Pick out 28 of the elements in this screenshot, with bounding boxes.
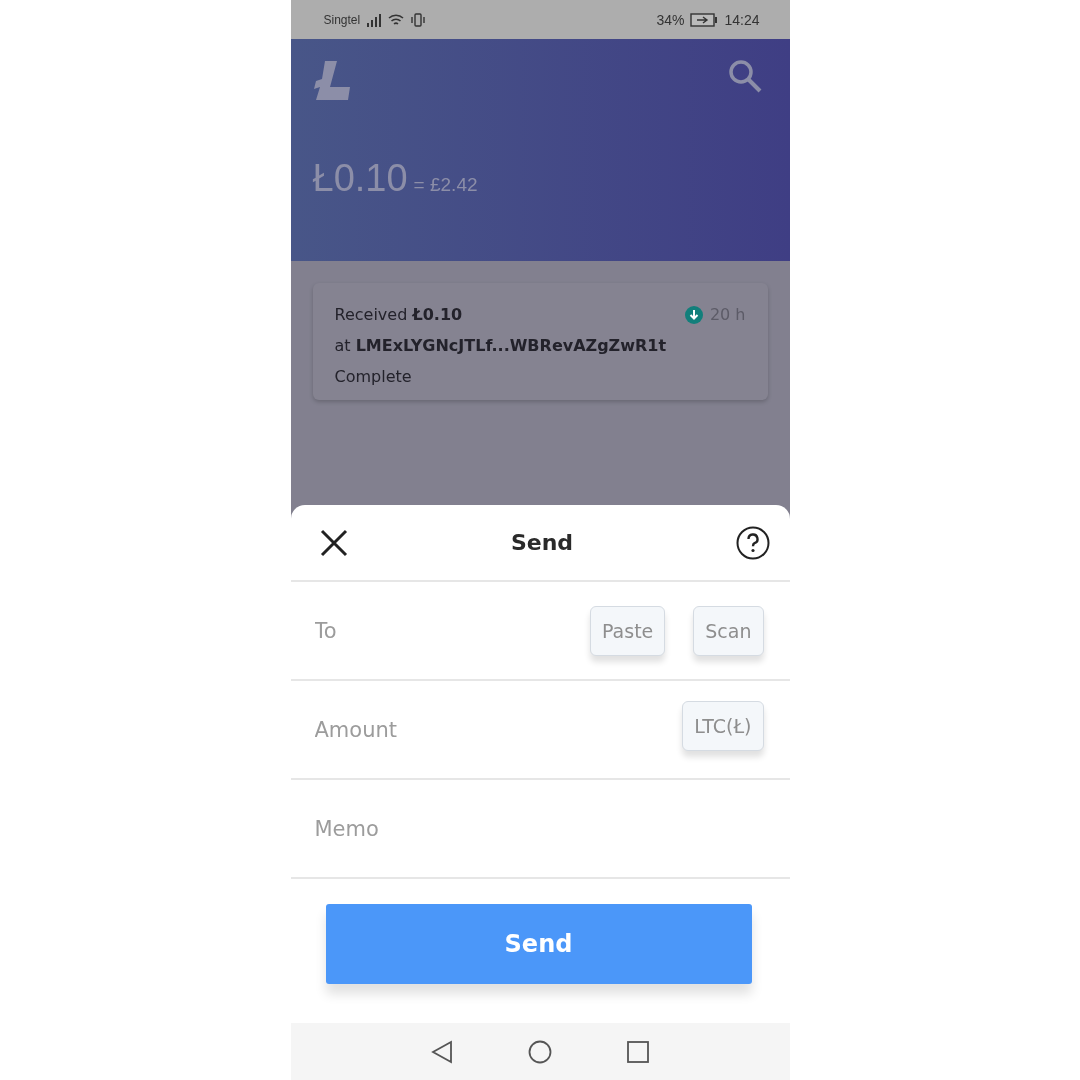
clock-time: 14:24 (724, 11, 760, 28)
wifi-icon (388, 12, 405, 27)
signal-icon (366, 12, 383, 27)
recents-icon[interactable] (627, 1040, 649, 1063)
download-icon (684, 305, 703, 324)
balance-amount: Ł0.10 (312, 157, 408, 200)
home-icon[interactable] (528, 1039, 552, 1064)
close-button[interactable] (318, 527, 349, 558)
logo-icon (312, 59, 353, 103)
battery-icon (690, 12, 719, 27)
vibrate-icon (410, 12, 427, 27)
help-button[interactable] (735, 525, 770, 560)
fiat-value: = £2.42 (413, 174, 478, 196)
send-button[interactable]: Send (325, 904, 752, 984)
input-field[interactable]: Amount (312, 716, 513, 743)
transaction-status: Complete (334, 367, 413, 386)
carrier-name: Singtel (323, 12, 361, 27)
transaction-address: at LMExLYGNcJTLf...WBRevAZgZwR1t (334, 336, 668, 355)
field-button[interactable]: Scan (693, 605, 764, 656)
search-button[interactable] (727, 59, 762, 93)
field-button[interactable]: Paste (590, 605, 666, 656)
transaction-amount: Received Ł0.10 (334, 305, 463, 324)
input-field[interactable]: Memo (312, 815, 513, 842)
field-button[interactable]: LTC(Ł) (682, 701, 764, 751)
battery-percent: 34% (656, 11, 685, 28)
input-field[interactable]: To (312, 617, 513, 644)
sheet-title: Send (510, 530, 574, 555)
back-icon[interactable] (431, 1039, 453, 1064)
